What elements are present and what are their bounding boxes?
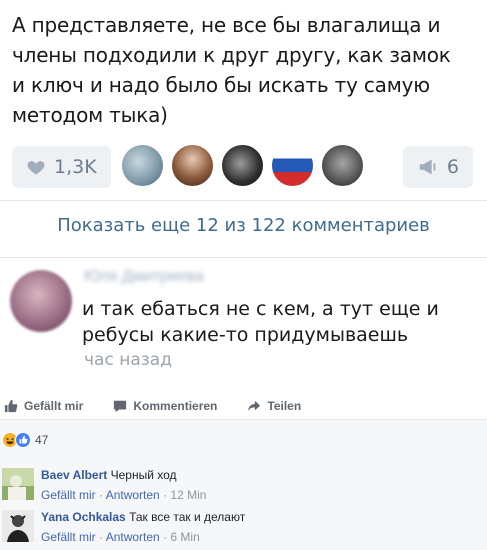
like-button[interactable]: Gefällt mir [4, 399, 83, 413]
vk-share-button: 6 [402, 146, 473, 188]
post-text-line: методом тыка) [12, 103, 168, 127]
fb-comments-panel: 47 Baev Albert Черный ход Gefällt mir · … [0, 420, 487, 550]
heart-icon [27, 161, 45, 175]
avatar [10, 270, 72, 332]
megaphone-icon [419, 159, 436, 175]
divider [0, 200, 487, 201]
comment-button[interactable]: Kommentieren [113, 399, 217, 413]
avatar[interactable] [2, 468, 34, 500]
vk-like-button: 1,3K [12, 146, 111, 188]
comment-like-link[interactable]: Gefällt mir [41, 530, 96, 544]
vk-comment-text: и так ебаться не с кем, а тут еще и ребу… [82, 296, 477, 348]
fb-comment-author[interactable]: Baev Albert [41, 468, 107, 482]
vk-liker-avatars [120, 143, 365, 188]
post-text-line: и ключ и надо было бы искать ту самую [12, 73, 430, 97]
vk-share-count: 6 [446, 156, 459, 178]
fb-comment-body: Baev Albert Черный ход Gefällt mir · Ant… [41, 468, 206, 502]
post-text-line: А представляете, не все бы влагалища и [12, 13, 441, 37]
share-button[interactable]: Teilen [247, 399, 301, 413]
comment-time[interactable]: 6 Min [170, 530, 199, 544]
vk-comment-line: ребусы какие-то придумываешь [82, 324, 409, 346]
reactions-summary[interactable]: 47 [2, 432, 48, 448]
fb-comment-meta: Gefällt mir · Antworten · 12 Min [41, 488, 207, 502]
vk-post: А представляете, не все бы влагалища и ч… [0, 0, 487, 130]
comment-reply-link[interactable]: Antworten [106, 530, 160, 544]
fb-comment-body: Yana Ochkalas Так все так и делают Gefäl… [41, 510, 245, 544]
like-label: Gefällt mir [24, 398, 84, 413]
avatar[interactable] [2, 510, 34, 542]
comment-label: Kommentieren [133, 398, 218, 413]
vk-like-count: 1,3K [54, 156, 97, 178]
share-label: Teilen [267, 398, 302, 413]
avatar [120, 143, 165, 188]
speech-bubble-icon [114, 400, 127, 412]
fb-comment-text: Черный ход [110, 468, 177, 482]
thumbs-up-icon [4, 399, 18, 412]
avatar [170, 143, 215, 188]
avatar [270, 143, 315, 188]
vk-comment-author: Юля Дмитриева [84, 268, 204, 285]
fb-comment-author[interactable]: Yana Ochkalas [41, 510, 126, 524]
fb-comment-text: Так все так и делают [129, 510, 246, 524]
vk-show-more-comments: Показать еще 12 из 122 комментариев [57, 215, 430, 236]
like-reaction-icon [15, 432, 31, 448]
comment-reply-link[interactable]: Antworten [106, 488, 160, 502]
comment-like-link[interactable]: Gefällt mir [41, 488, 96, 502]
reaction-count: 47 [35, 433, 49, 447]
post-text-line: члены подходили к друг другу, как замок [12, 43, 451, 67]
avatar [220, 143, 265, 188]
fb-action-bar: Gefällt mir Kommentieren Teilen [0, 392, 487, 420]
comment-time[interactable]: 12 Min [170, 488, 206, 502]
fb-comment-meta: Gefällt mir · Antworten · 6 Min [41, 530, 200, 544]
post-text: А представляете, не все бы влагалища и ч… [12, 10, 475, 130]
vk-comment-time: час назад [84, 350, 172, 370]
divider [0, 257, 487, 258]
vk-comment-line: и так ебаться не с кем, а тут еще и [82, 298, 439, 320]
avatar [320, 143, 365, 188]
embedded-vk-screenshot: А представляете, не все бы влагалища и ч… [0, 0, 487, 385]
share-arrow-icon [248, 400, 261, 411]
